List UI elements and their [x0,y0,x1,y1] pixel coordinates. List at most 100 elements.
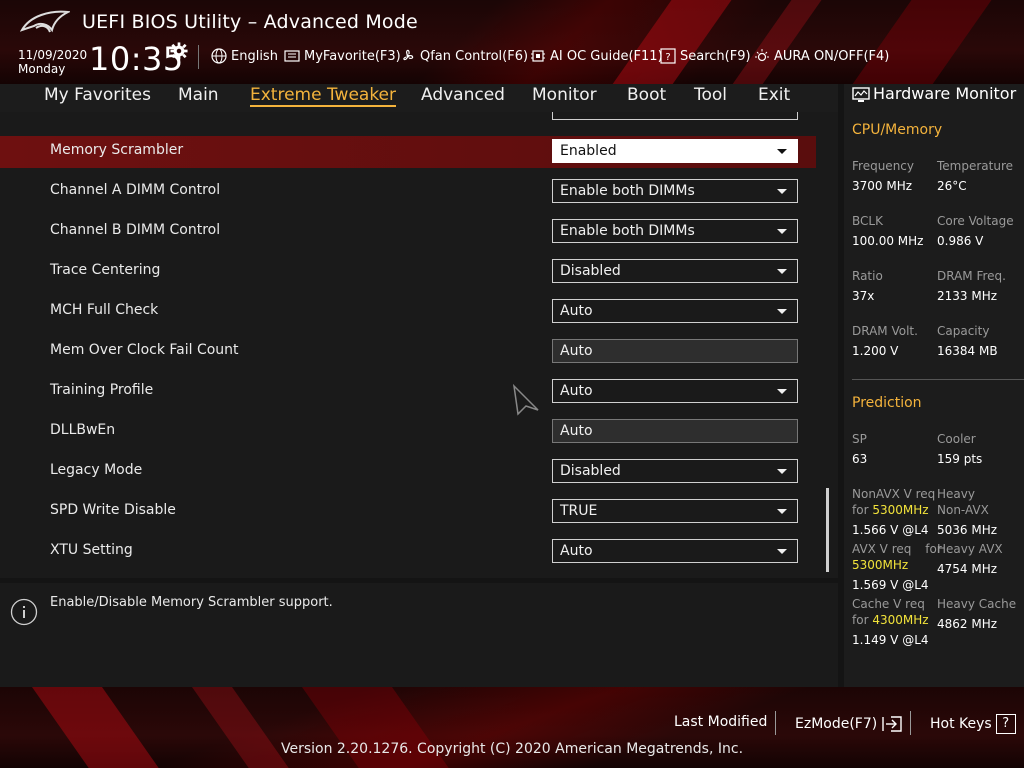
dropdown-caret-icon [777,549,787,554]
tab-my-favorites[interactable]: My Favorites [44,85,151,105]
qfan-control-button[interactable]: Qfan Control(F6) [400,46,528,66]
cache-vreq-label: Cache V req [852,597,925,611]
setting-label: MCH Full Check [50,302,159,318]
setting-row-mch-full-check[interactable]: MCH Full Check Auto [0,296,816,328]
last-modified-button[interactable]: Last Modified [674,714,767,730]
cache-for-label: for [852,613,869,627]
language-button[interactable]: English [211,46,278,66]
bclk-label: BCLK [852,214,883,228]
dropdown-caret-icon [777,389,787,394]
tab-main[interactable]: Main [178,85,219,105]
setting-dropdown[interactable]: Enabled [552,139,798,163]
gear-icon[interactable] [170,42,188,60]
prediction-heading: Prediction [852,395,922,411]
core-voltage-label: Core Voltage [937,214,1014,228]
header-decoration [601,0,739,84]
dropdown-caret-icon [777,469,787,474]
ratio-label: Ratio [852,269,883,283]
setting-label: Trace Centering [50,262,161,278]
avx-vreq-label: AVX V req [852,542,912,556]
tab-advanced[interactable]: Advanced [421,85,505,105]
setting-row-dllbwen[interactable]: DLLBwEn Auto [0,416,816,448]
setting-value: Enable both DIMMs [560,183,695,199]
setting-dropdown[interactable]: Auto [552,299,798,323]
toolbar-separator [198,45,199,69]
ratio-value: 37x [852,289,875,303]
setting-value: Enabled [560,143,617,159]
setting-dropdown[interactable]: Disabled [552,259,798,283]
setting-dropdown[interactable]: Enable both DIMMs [552,219,798,243]
dropdown-caret-icon [777,149,787,154]
temperature-value: 26°C [937,179,967,193]
dram-volt-label: DRAM Volt. [852,324,918,338]
setting-value: Auto [560,543,593,559]
setting-row-memory-scrambler[interactable]: Memory Scrambler Enabled [0,136,816,168]
setting-value-field[interactable]: Auto [552,419,798,443]
header-bar: UEFI BIOS Utility – Advanced Mode 11/09/… [0,0,1024,84]
setting-value: TRUE [560,503,598,519]
sp-value: 63 [852,452,868,466]
ezmode-label: EzMode(F7) [795,716,878,732]
search-button[interactable]: ? Search(F9) [660,46,751,66]
setting-row-channel-b-dimm-control[interactable]: Channel B DIMM Control Enable both DIMMs [0,216,816,248]
dropdown-caret-icon [777,509,787,514]
app-title: UEFI BIOS Utility – Advanced Mode [82,11,418,33]
setting-dropdown[interactable]: Enable both DIMMs [552,179,798,203]
setting-row-mem-over-clock-fail-count[interactable]: Mem Over Clock Fail Count Auto [0,336,816,368]
cpu-memory-heading: CPU/Memory [852,122,943,138]
cooler-value: 159 pts [937,452,983,466]
setting-label: Channel B DIMM Control [50,222,221,238]
setting-dropdown[interactable]: Auto [552,539,798,563]
tab-extreme-tweaker[interactable]: Extreme Tweaker [250,85,397,107]
setting-row-legacy-mode[interactable]: Legacy Mode Disabled [0,456,816,488]
tab-boot[interactable]: Boot [627,85,666,105]
aura-button[interactable]: AURA ON/OFF(F4) [754,46,889,66]
cache-vreq-value: 1.149 V @L4 [852,633,929,647]
setting-row-xtu-setting[interactable]: XTU Setting Auto [0,536,816,568]
myfavorite-label: MyFavorite(F3) [304,48,401,64]
tab-exit[interactable]: Exit [758,85,790,105]
footer-separator [910,711,911,735]
myfavorite-button[interactable]: MyFavorite(F3) [284,46,401,66]
globe-icon [211,48,227,64]
question-key-icon: ? [995,714,1016,734]
heavy-cache-value: 4862 MHz [937,617,998,631]
ai-oc-guide-button[interactable]: AI OC Guide(F11) [530,46,663,66]
ezmode-button[interactable]: EzMode(F7) [795,714,903,734]
header-decoration [721,0,829,84]
setting-row-spd-write-disable[interactable]: SPD Write Disable TRUE [0,496,816,528]
tab-monitor[interactable]: Monitor [532,85,597,105]
core-voltage-value: 0.986 V [937,234,984,248]
heavy-nonavx-label-line1: Heavy [937,487,975,501]
chip-icon [531,50,545,62]
setting-dropdown[interactable]: Disabled [552,459,798,483]
dropdown-caret-icon [777,189,787,194]
cache-for-line: for 4300MHz [852,613,929,627]
setting-label: Legacy Mode [50,462,143,478]
setting-row-training-profile[interactable]: Training Profile Auto [0,376,816,408]
setting-row-channel-a-dimm-control[interactable]: Channel A DIMM Control Enable both DIMMs [0,176,816,208]
temperature-label: Temperature [937,159,1014,173]
hardware-monitor-divider [852,379,1024,380]
setting-value-field[interactable]: Auto [552,339,798,363]
footer-bar: Last Modified EzMode(F7) Hot Keys ? Vers… [0,687,1024,768]
exit-arrow-icon [882,716,902,732]
setting-value: Auto [560,423,593,439]
nonavx-for-line: for 5300MHz [852,503,929,517]
nonavx-for-label: for [852,503,869,517]
setting-row-trace-centering[interactable]: Trace Centering Disabled [0,256,816,288]
setting-value: Auto [560,343,593,359]
scrollbar[interactable] [826,488,829,572]
setting-dropdown[interactable]: Auto [552,379,798,403]
aura-light-icon [755,49,769,62]
setting-label: Mem Over Clock Fail Count [50,342,239,358]
ai-oc-guide-label: AI OC Guide(F11) [550,48,663,64]
header-decoration [841,0,999,84]
setting-dropdown[interactable]: TRUE [552,499,798,523]
tab-tool[interactable]: Tool [694,85,727,105]
help-box-icon: ? [660,48,676,64]
fan-icon [403,49,414,61]
nonavx-frequency: 5300MHz [872,503,929,517]
hot-keys-button[interactable]: Hot Keys ? [930,714,1016,734]
heavy-avx-label: Heavy AVX [937,542,1003,556]
